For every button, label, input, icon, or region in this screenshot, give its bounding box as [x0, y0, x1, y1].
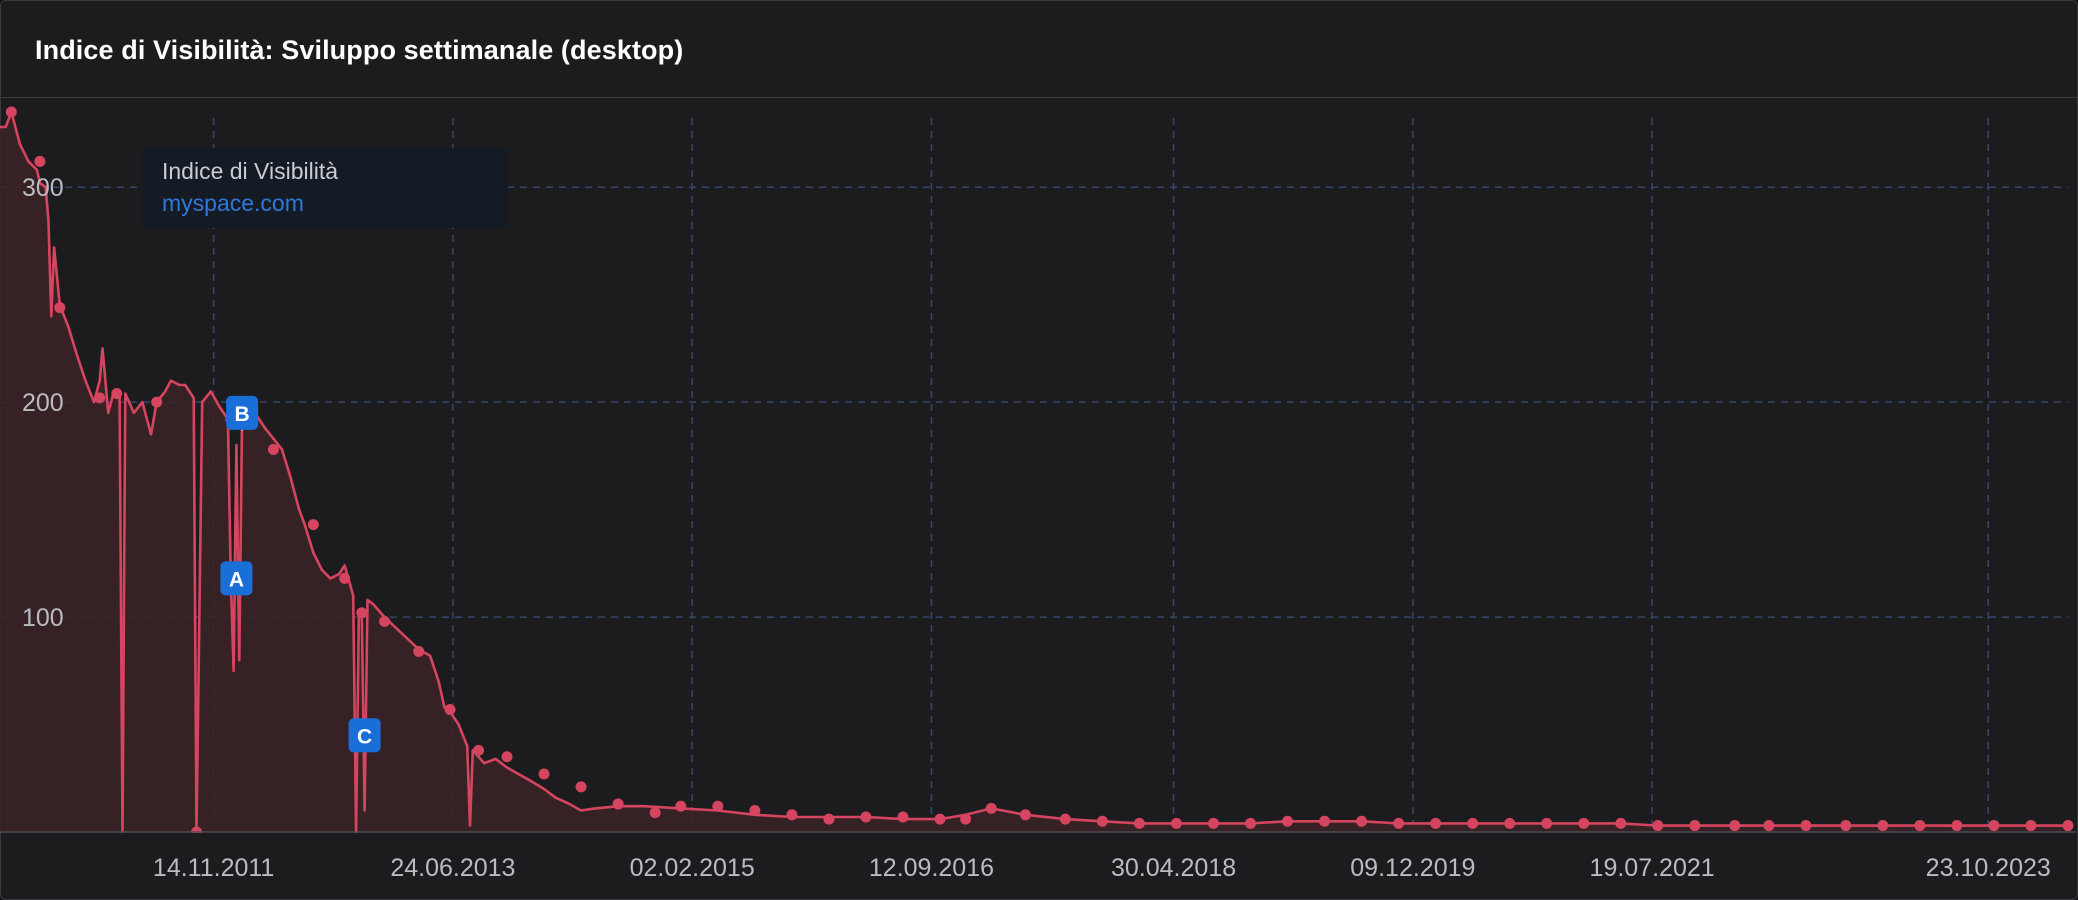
data-point [1393, 817, 1405, 829]
data-point [612, 798, 624, 810]
x-tick-label: 14.11.2011 [153, 854, 274, 882]
data-point [1988, 820, 2000, 832]
x-tick-label: 24.06.2013 [390, 854, 515, 882]
x-tick-label: 09.12.2019 [1350, 854, 1475, 882]
data-point [307, 519, 319, 531]
data-point [1541, 817, 1553, 829]
data-point [473, 744, 485, 756]
data-point [897, 811, 909, 823]
data-point [111, 388, 123, 400]
data-point [860, 811, 872, 823]
data-point [1133, 817, 1145, 829]
data-point [1729, 820, 1741, 832]
data-point [1467, 817, 1479, 829]
annotation-label: A [229, 568, 244, 591]
y-tick-label: 100 [22, 604, 64, 632]
data-point [1877, 820, 1889, 832]
data-point [1914, 820, 1926, 832]
data-point [749, 805, 761, 817]
data-point [985, 802, 997, 814]
data-point [1763, 820, 1775, 832]
data-point [675, 800, 687, 812]
y-tick-label: 300 [22, 174, 64, 202]
data-point [2025, 820, 2037, 832]
y-tick-label: 200 [22, 389, 64, 417]
data-point [960, 813, 972, 825]
data-point [1430, 817, 1442, 829]
data-point [5, 106, 17, 118]
x-tick-label: 12.09.2016 [869, 854, 994, 882]
annotation-label: B [235, 403, 250, 426]
annotation-label: C [357, 725, 372, 748]
x-tick-label: 23.10.2023 [1926, 854, 2051, 882]
data-point [538, 768, 550, 780]
x-tick-label: 30.04.2018 [1111, 854, 1236, 882]
data-point [1615, 817, 1627, 829]
data-point [1059, 813, 1071, 825]
data-point [339, 572, 351, 584]
visibility-chart: A B C 100 200 300 14.11.2011 24.06.2013 02.02.2… [0, 106, 2076, 882]
data-point [267, 443, 279, 455]
legend-domain-link[interactable]: myspace.com [162, 190, 304, 217]
data-point [1652, 820, 1664, 832]
data-point [712, 800, 724, 812]
data-point [34, 155, 46, 167]
data-point [575, 781, 587, 793]
data-point [934, 813, 946, 825]
data-point [1578, 817, 1590, 829]
data-point [444, 703, 456, 715]
x-tick-label: 02.02.2015 [630, 854, 755, 882]
data-point [379, 615, 391, 627]
data-point [1356, 815, 1368, 827]
annotation-marker-c: C [348, 718, 381, 753]
data-point [1951, 820, 1963, 832]
data-point [1689, 820, 1701, 832]
data-point [1504, 817, 1516, 829]
data-point [54, 302, 66, 314]
data-point [1244, 817, 1256, 829]
data-point [413, 645, 425, 657]
data-point [1019, 809, 1031, 821]
data-point [94, 392, 106, 404]
data-point [1170, 817, 1182, 829]
data-point [1319, 815, 1331, 827]
data-point [501, 751, 513, 763]
data-point [649, 807, 661, 819]
data-point [356, 607, 368, 619]
annotation-marker-a: A [220, 561, 253, 596]
data-point [786, 809, 798, 821]
data-point [151, 396, 163, 408]
x-tick-label: 19.07.2021 [1590, 854, 1715, 882]
data-point [1800, 820, 1812, 832]
legend-metric-name: Indice di Visibilità [162, 158, 339, 184]
chart-legend: Indice di Visibilità myspace.com [142, 148, 508, 228]
data-point [1207, 817, 1219, 829]
data-point [1840, 820, 1852, 832]
data-point [823, 813, 835, 825]
annotation-marker-b: B [226, 395, 259, 431]
data-point [2062, 820, 2074, 832]
data-point [1282, 815, 1294, 827]
data-point [1096, 815, 1108, 827]
